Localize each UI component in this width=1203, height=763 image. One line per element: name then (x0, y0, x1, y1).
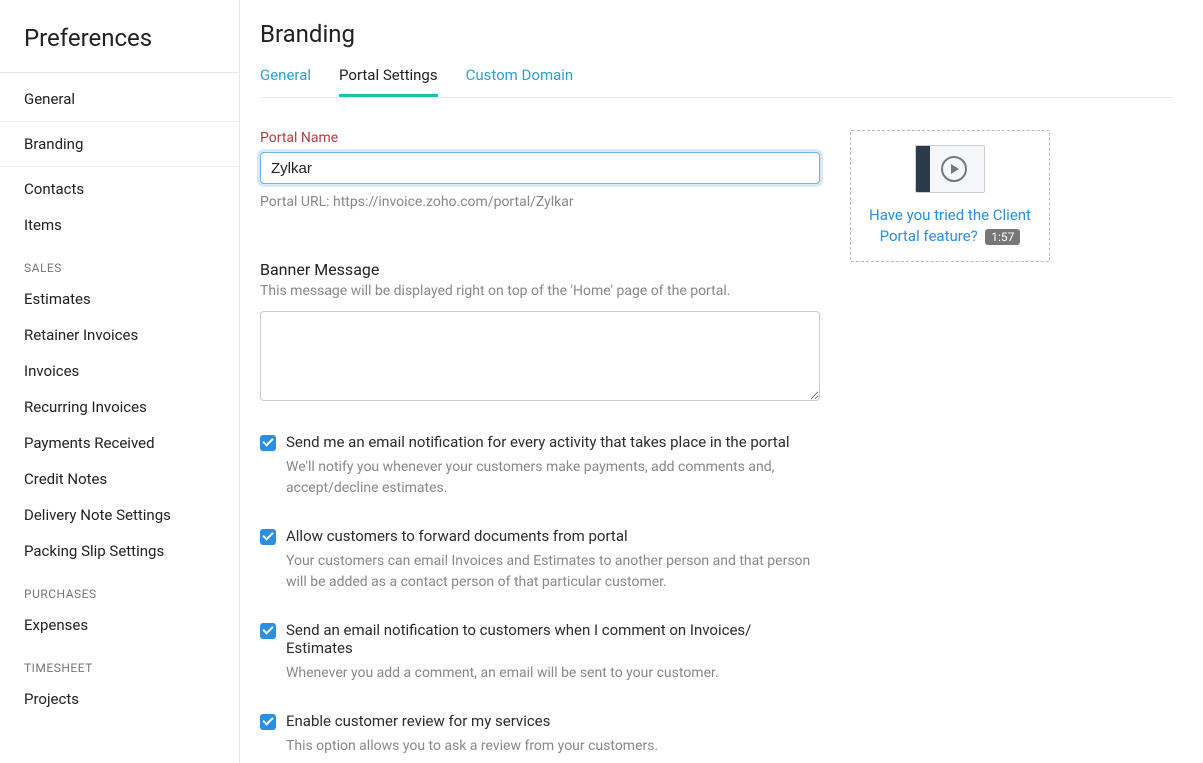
sidebar-item-payments-received[interactable]: Payments Received (0, 425, 239, 461)
promo-card[interactable]: Have you tried the Client Portal feature… (850, 130, 1050, 262)
main-content: Branding General Portal Settings Custom … (240, 0, 1203, 763)
divider (0, 121, 239, 122)
sidebar-item-expenses[interactable]: Expenses (0, 607, 239, 643)
tab-custom-domain[interactable]: Custom Domain (466, 66, 574, 97)
option-hint: Whenever you add a comment, an email wil… (286, 663, 820, 684)
divider (0, 166, 239, 167)
option-email-activity-checkbox[interactable] (260, 435, 276, 451)
portal-name-label: Portal Name (260, 130, 820, 146)
preferences-sidebar: Preferences General Branding Contacts It… (0, 0, 240, 763)
tab-bar: General Portal Settings Custom Domain (260, 66, 1173, 98)
option-label: Enable customer review for my services (286, 712, 820, 730)
sidebar-item-invoices[interactable]: Invoices (0, 353, 239, 389)
portal-name-input[interactable] (260, 152, 820, 184)
option-customer-review: Enable customer review for my services T… (260, 712, 820, 757)
option-label: Send an email notification to customers … (286, 621, 820, 657)
page-title: Branding (260, 20, 1173, 48)
sidebar-section-timesheet: TIMESHEET (0, 643, 239, 681)
sidebar-section-purchases: PURCHASES (0, 569, 239, 607)
option-email-activity: Send me an email notification for every … (260, 433, 820, 499)
sidebar-item-retainer-invoices[interactable]: Retainer Invoices (0, 317, 239, 353)
play-icon (941, 156, 967, 182)
option-hint: Your customers can email Invoices and Es… (286, 551, 820, 593)
option-forward-documents: Allow customers to forward documents fro… (260, 527, 820, 593)
sidebar-title: Preferences (0, 24, 239, 73)
banner-message-textarea[interactable] (260, 311, 820, 401)
tab-general[interactable]: General (260, 66, 311, 97)
option-comment-notify-checkbox[interactable] (260, 623, 276, 639)
sidebar-section-sales: SALES (0, 243, 239, 281)
tab-portal-settings[interactable]: Portal Settings (339, 66, 438, 97)
option-forward-documents-checkbox[interactable] (260, 529, 276, 545)
sidebar-item-projects[interactable]: Projects (0, 681, 239, 717)
sidebar-item-packing-slip-settings[interactable]: Packing Slip Settings (0, 533, 239, 569)
promo-video-thumbnail[interactable] (915, 145, 985, 193)
sidebar-item-general[interactable]: General (0, 81, 239, 117)
sidebar-item-branding[interactable]: Branding (0, 126, 239, 162)
sidebar-item-credit-notes[interactable]: Credit Notes (0, 461, 239, 497)
option-label: Send me an email notification for every … (286, 433, 820, 451)
banner-message-label: Banner Message (260, 260, 820, 279)
banner-message-hint: This message will be displayed right on … (260, 283, 820, 299)
option-comment-notify: Send an email notification to customers … (260, 621, 820, 684)
promo-duration-badge: 1:57 (985, 229, 1020, 245)
sidebar-item-recurring-invoices[interactable]: Recurring Invoices (0, 389, 239, 425)
option-customer-review-checkbox[interactable] (260, 714, 276, 730)
option-hint: This option allows you to ask a review f… (286, 736, 820, 757)
option-label: Allow customers to forward documents fro… (286, 527, 820, 545)
sidebar-item-contacts[interactable]: Contacts (0, 171, 239, 207)
portal-url-hint: Portal URL: https://invoice.zoho.com/por… (260, 194, 820, 210)
option-hint: We'll notify you whenever your customers… (286, 457, 820, 499)
sidebar-item-estimates[interactable]: Estimates (0, 281, 239, 317)
sidebar-item-items[interactable]: Items (0, 207, 239, 243)
sidebar-item-delivery-note-settings[interactable]: Delivery Note Settings (0, 497, 239, 533)
